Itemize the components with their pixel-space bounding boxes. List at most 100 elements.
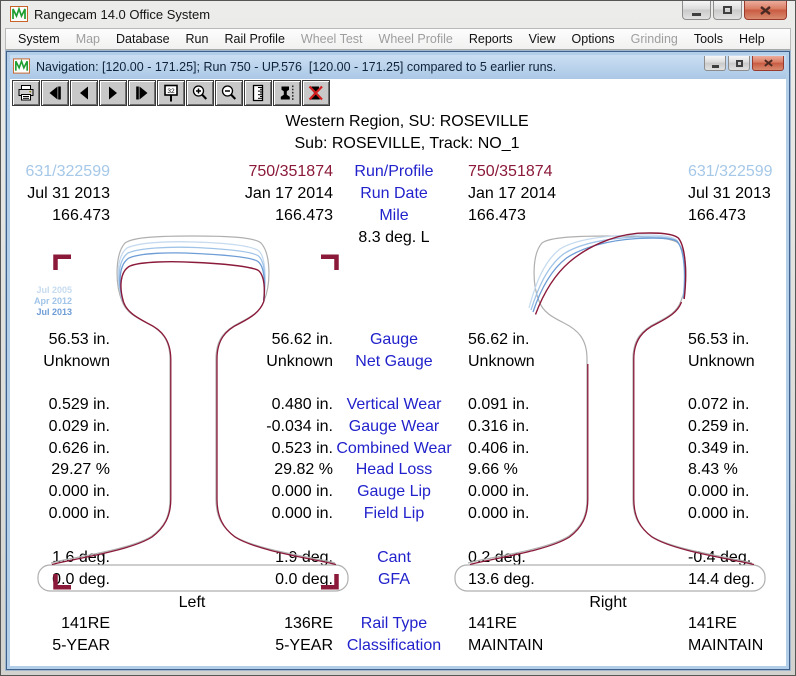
net-gauge-left-gauge-value: Unknown xyxy=(180,353,333,373)
right-rail-label: Right xyxy=(528,594,688,614)
menu-item-help[interactable]: Help xyxy=(731,29,773,49)
gauge-wear-left-gauge-value: -0.034 in. xyxy=(180,418,333,438)
menu-item-wheel-profile: Wheel Profile xyxy=(371,29,461,49)
print-button[interactable] xyxy=(12,80,40,106)
run-date-right-field-value: Jul 31 2013 xyxy=(688,185,786,205)
zoom-in-button[interactable] xyxy=(186,80,214,106)
menu-item-tools[interactable]: Tools xyxy=(686,29,731,49)
gfa-right-field-value: 14.4 deg. xyxy=(688,571,786,591)
location-header-line2: Sub: ROSEVILLE, Track: NO_1 xyxy=(24,135,786,155)
rail-type-label: Rail Type xyxy=(334,615,454,635)
menu-item-map: Map xyxy=(68,29,108,49)
menu-item-view[interactable]: View xyxy=(521,29,564,49)
row-net-gauge: UnknownUnknownNet GaugeUnknownUnknown xyxy=(10,353,786,373)
combined-wear-label: Combined Wear xyxy=(334,440,454,460)
menu-item-rail-profile[interactable]: Rail Profile xyxy=(216,29,292,49)
milepost-button[interactable]: 32 xyxy=(157,80,185,106)
location-header-line1: Western Region, SU: ROSEVILLE xyxy=(24,113,786,133)
gauge-lip-label: Gauge Lip xyxy=(334,483,454,503)
vertical-wear-right-gauge-value: 0.091 in. xyxy=(468,396,628,416)
menu-item-options[interactable]: Options xyxy=(564,29,623,49)
vertical-wear-left-field-value: 0.529 in. xyxy=(14,396,110,416)
run-profile-right-field-value: 631/322599 xyxy=(688,163,786,183)
minimize-button[interactable] xyxy=(682,1,711,20)
navigation-titlebar[interactable]: Navigation: [120.00 - 171.25]; Run 750 -… xyxy=(10,55,786,79)
gauge-right-gauge-value: 56.62 in. xyxy=(468,331,628,351)
nav-maximize-button[interactable] xyxy=(728,56,750,71)
field-lip-label: Field Lip xyxy=(334,505,454,525)
printer-icon xyxy=(17,84,35,102)
net-gauge-right-field-value: Unknown xyxy=(688,353,786,373)
gauge-wear-label: Gauge Wear xyxy=(334,418,454,438)
navigation-window-controls xyxy=(704,56,784,71)
combined-wear-right-field-value: 0.349 in. xyxy=(688,440,786,460)
row-run-date: Jul 31 2013Jan 17 2014Run DateJan 17 201… xyxy=(10,185,786,205)
rail-delete-icon xyxy=(307,84,325,102)
measure-button[interactable] xyxy=(244,80,272,106)
field-lip-left-gauge-value: 0.000 in. xyxy=(180,505,333,525)
remove-rail-button[interactable] xyxy=(302,80,330,106)
close-button[interactable] xyxy=(744,1,787,20)
maximize-button[interactable] xyxy=(713,1,742,20)
menu-item-reports[interactable]: Reports xyxy=(461,29,521,49)
rail-section-icon xyxy=(278,84,296,102)
rail-type-left-field-value: 141RE xyxy=(14,615,110,635)
rail-type-left-gauge-value: 136RE xyxy=(180,615,333,635)
arrow-right-icon xyxy=(104,84,122,102)
app-window: Rangecam 14.0 Office System SystemMapDat… xyxy=(0,0,796,676)
row-mile: 166.473166.473Mile166.473166.473 xyxy=(10,207,786,227)
gfa-right-gauge-value: 13.6 deg. xyxy=(468,571,628,591)
cant-right-field-value: -0.4 deg. xyxy=(688,549,786,569)
app-title: Rangecam 14.0 Office System xyxy=(34,7,210,22)
legend-entry-jul-2005: Jul 2005 xyxy=(22,285,72,296)
maximize-icon xyxy=(723,6,732,14)
vertical-wear-left-gauge-value: 0.480 in. xyxy=(180,396,333,416)
menu-bar: SystemMapDatabaseRunRail ProfileWheel Te… xyxy=(5,28,791,50)
classification-right-field-value: MAINTAIN xyxy=(688,637,786,657)
row-gauge-wear: 0.029 in.-0.034 in.Gauge Wear0.316 in.0.… xyxy=(10,418,786,438)
run-date-left-field-value: Jul 31 2013 xyxy=(14,185,110,205)
zoom-out-icon xyxy=(220,84,238,102)
left-rail-current-run-head xyxy=(121,262,264,302)
gauge-wear-left-field-value: 0.029 in. xyxy=(14,418,110,438)
run-profile-right-gauge-value: 750/351874 xyxy=(468,163,628,183)
gauge-lip-right-field-value: 0.000 in. xyxy=(688,483,786,503)
head-loss-right-gauge-value: 9.66 % xyxy=(468,461,628,481)
field-lip-right-gauge-value: 0.000 in. xyxy=(468,505,628,525)
net-gauge-left-field-value: Unknown xyxy=(14,353,110,373)
run-date-left-gauge-value: Jan 17 2014 xyxy=(180,185,333,205)
row-head-loss: 29.27 %29.82 %Head Loss9.66 %8.43 % xyxy=(10,461,786,481)
next-run-button[interactable] xyxy=(99,80,127,106)
first-run-button[interactable] xyxy=(41,80,69,106)
nav-close-button[interactable] xyxy=(752,56,784,71)
row-gauge: 56.53 in.56.62 in.Gauge56.62 in.56.53 in… xyxy=(10,331,786,351)
gauge-label: Gauge xyxy=(334,331,454,351)
rail-profile-button[interactable] xyxy=(273,80,301,106)
head-loss-left-gauge-value: 29.82 % xyxy=(180,461,333,481)
right-rail-run-jul2005 xyxy=(529,235,684,308)
run-profile-label: Run/Profile xyxy=(334,163,454,183)
nav-minimize-button[interactable] xyxy=(704,56,726,71)
menu-item-database[interactable]: Database xyxy=(108,29,178,49)
head-loss-left-field-value: 29.27 % xyxy=(14,461,110,481)
close-icon xyxy=(760,6,771,15)
menu-item-run[interactable]: Run xyxy=(178,29,217,49)
zoom-out-button[interactable] xyxy=(215,80,243,106)
arrow-left-icon xyxy=(75,84,93,102)
close-icon xyxy=(764,59,773,67)
milepost-32-icon: 32 xyxy=(162,84,180,102)
right-rail-run-jul2013 xyxy=(533,238,685,312)
mile-label: Mile xyxy=(334,207,454,227)
menu-item-system[interactable]: System xyxy=(10,29,68,49)
cant-left-gauge-value: 1.9 deg. xyxy=(180,549,333,569)
profile-legend: Jul 2005Apr 2012Jul 2013 xyxy=(22,285,72,318)
cant-label: Cant xyxy=(334,549,454,569)
rangecam-logo-icon xyxy=(10,6,28,22)
last-run-button[interactable] xyxy=(128,80,156,106)
run-date-right-gauge-value: Jan 17 2014 xyxy=(468,185,628,205)
app-titlebar[interactable]: Rangecam 14.0 Office System xyxy=(1,1,795,28)
svg-text:32: 32 xyxy=(167,88,175,95)
previous-run-button[interactable] xyxy=(70,80,98,106)
gfa-left-gauge-value: 0.0 deg. xyxy=(180,571,333,591)
row-gfa: 0.0 deg.0.0 deg.GFA13.6 deg.14.4 deg. xyxy=(10,571,786,591)
